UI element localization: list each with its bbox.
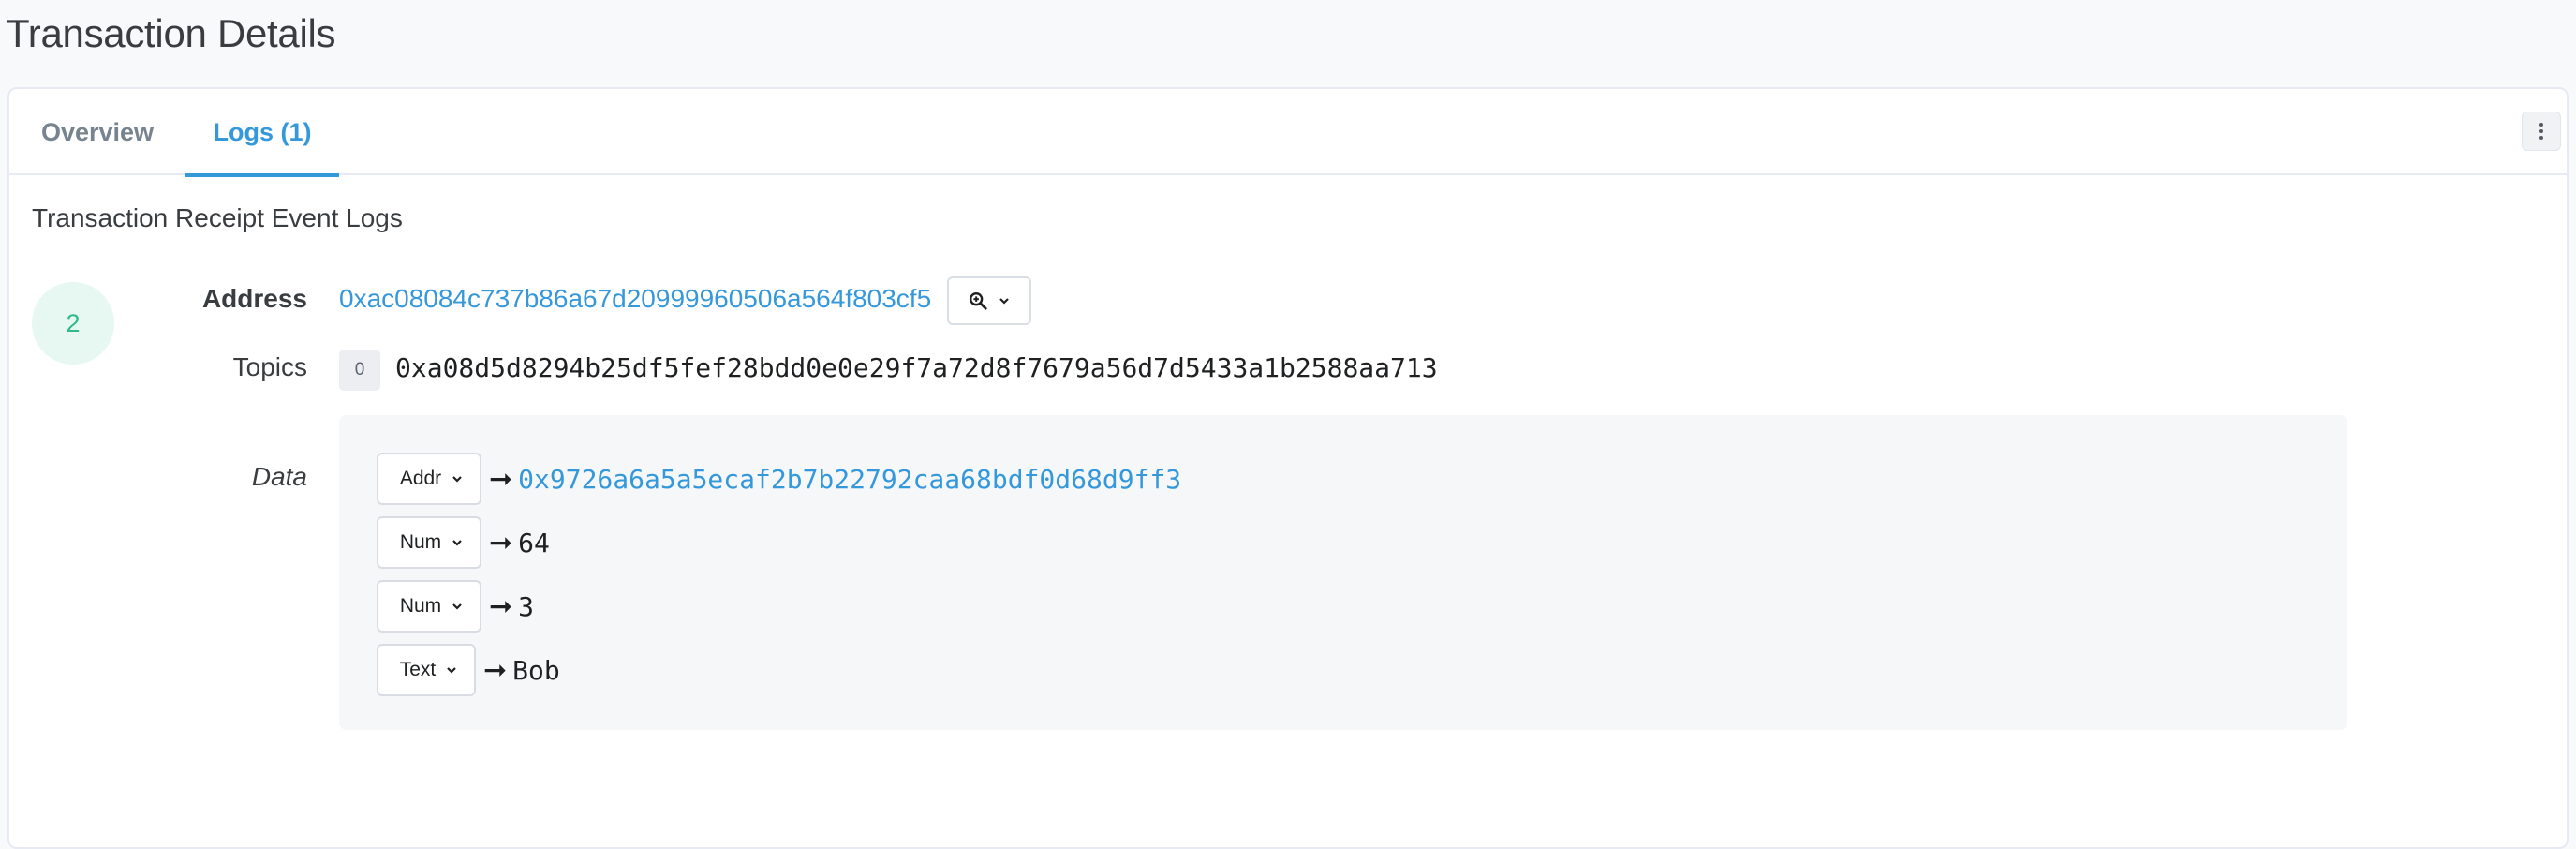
topics-label: Topics [232,352,307,381]
more-options-button[interactable] [2522,112,2561,151]
more-vertical-icon [2539,123,2543,127]
tab-overview[interactable]: Overview [22,89,172,175]
address-label: Address [201,284,307,313]
long-right-arrow-icon: ➞ [489,462,513,496]
address-filter-dropdown[interactable] [947,276,1031,325]
data-type-label: Addr [399,468,442,489]
data-value-address-link[interactable]: 0x9726a6a5a5ecaf2b7b22792caa68bdf0d68d9f… [518,464,1181,495]
chevron-down-icon [999,298,1009,305]
tab-bar: Overview Logs (1) [9,89,2567,177]
long-right-arrow-icon: ➞ [489,589,513,623]
data-type-select[interactable]: Num [377,580,481,633]
data-label: Data [251,462,307,491]
data-value: 3 [518,590,534,622]
data-row: Addr ➞ 0x9726a6a5a5ecaf2b7b22792caa68bdf… [377,453,1181,505]
data-value: 64 [518,527,550,559]
log-index-badge: 2 [32,282,114,365]
data-type-select[interactable]: Addr [377,453,481,505]
chevron-down-icon [447,667,457,674]
page-title: Transaction Details [6,11,336,55]
data-type-select[interactable]: Text [377,644,476,696]
more-vertical-icon-dot [2539,136,2543,140]
long-right-arrow-icon: ➞ [489,526,513,559]
section-heading: Transaction Receipt Event Logs [32,203,403,232]
tab-logs[interactable]: Logs (1) [185,89,339,177]
topic-hash: 0xa08d5d8294b25df5fef28bdd0e0e29f7a72d8f… [395,352,1438,383]
long-right-arrow-icon: ➞ [483,653,508,687]
data-type-label: Text [399,659,437,680]
transaction-card: Overview Logs (1) Transaction Receipt Ev… [7,87,2569,849]
more-vertical-icon-dot [2539,129,2543,133]
data-type-label: Num [399,531,442,553]
data-type-select[interactable]: Num [377,516,481,569]
data-row: Num ➞ 3 [377,580,534,633]
chevron-down-icon [452,476,462,483]
chevron-down-icon [452,603,462,610]
zoom-in-icon [970,292,987,310]
chevron-down-icon [452,540,462,546]
address-link[interactable]: 0xac08084c737b86a67d20999960506a564f803c… [339,284,931,314]
data-row: Num ➞ 64 [377,516,550,569]
data-panel: Addr ➞ 0x9726a6a5a5ecaf2b7b22792caa68bdf… [339,415,2347,730]
data-row: Text ➞ Bob [377,644,560,696]
data-type-label: Num [399,595,442,617]
data-value: Bob [512,654,560,686]
topic-index-badge: 0 [339,350,380,391]
